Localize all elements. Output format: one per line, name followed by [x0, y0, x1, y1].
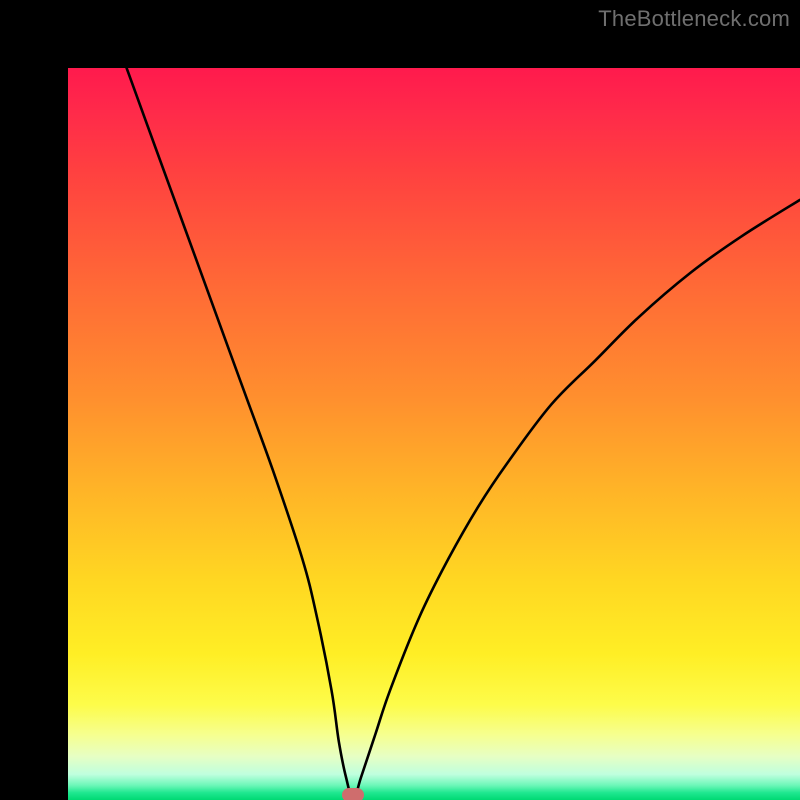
plot-area: [68, 68, 800, 800]
minimum-marker: [342, 788, 364, 800]
watermark-text: TheBottleneck.com: [598, 6, 790, 32]
chart-frame: [0, 0, 800, 800]
bottleneck-curve: [68, 68, 800, 800]
